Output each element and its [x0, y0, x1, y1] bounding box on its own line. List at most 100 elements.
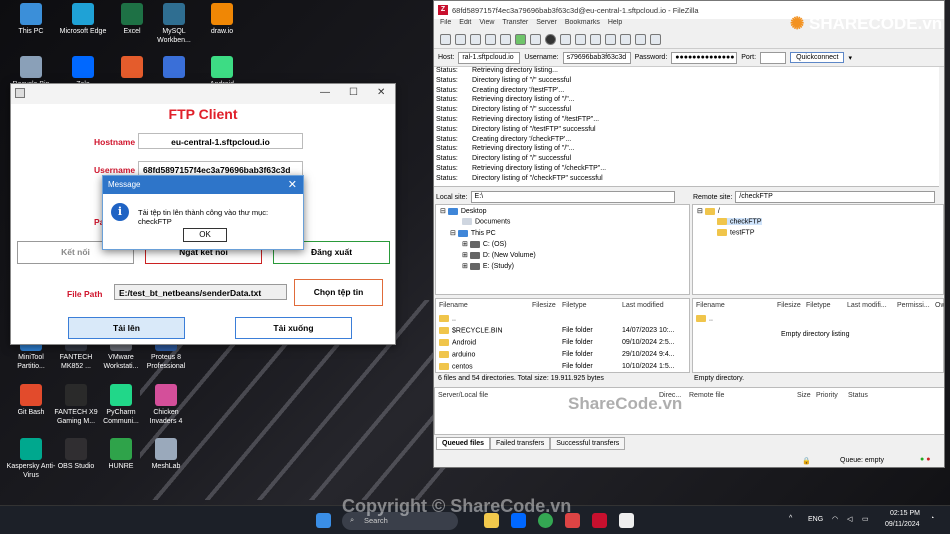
app-icon	[72, 3, 94, 25]
hostname-field[interactable]: eu-central-1.sftpcloud.io	[138, 133, 303, 149]
close-icon[interactable]: ✕	[288, 178, 297, 191]
filezilla-taskbar-icon[interactable]	[592, 513, 607, 528]
app-icon	[211, 3, 233, 25]
toggle-remote-tree-icon[interactable]	[485, 34, 496, 45]
quickconnect-button[interactable]: Quickconnect	[790, 52, 845, 63]
desktop-icon-item[interactable]: MeshLab	[140, 438, 192, 471]
tree-item[interactable]: testFTP	[717, 229, 755, 236]
table-cell: File folder	[562, 363, 593, 370]
desktop-icon-item[interactable]: draw.io	[196, 3, 248, 36]
column-header[interactable]: Last modified	[622, 302, 664, 309]
menu-item[interactable]: Edit	[459, 19, 471, 31]
ftp-client-titlebar[interactable]: — ☐ ✕	[11, 84, 395, 104]
column-header[interactable]: Remote file	[689, 392, 724, 399]
table-row[interactable]: $RECYCLE.BIN File folder 14/07/2023 10:...	[436, 327, 686, 338]
minimize-icon[interactable]: —	[320, 87, 330, 98]
column-header[interactable]: Ow	[935, 302, 944, 309]
message-dialog-titlebar[interactable]: Message ✕	[103, 176, 303, 194]
menu-item[interactable]: View	[479, 19, 494, 31]
tab-failed-transfers[interactable]: Failed transfers	[490, 437, 551, 450]
notification-icon[interactable]: ◔	[930, 515, 934, 522]
column-header[interactable]: Size	[797, 392, 811, 399]
remote-site-input[interactable]: /checkFTP	[735, 191, 936, 203]
desktop-icon-item[interactable]	[148, 56, 200, 80]
logo-icon: ✺	[790, 14, 805, 33]
sync-browse-icon[interactable]	[635, 34, 646, 45]
log-row: Status: Retrieving directory listing of "…	[434, 116, 939, 126]
tree-item[interactable]: ⊟ Desktop	[440, 207, 487, 215]
desktop-icon-item[interactable]: MySQL Workben...	[148, 3, 200, 45]
toggle-log-icon[interactable]	[455, 34, 466, 45]
ok-button[interactable]: OK	[183, 228, 227, 242]
menu-item[interactable]: Transfer	[502, 19, 528, 31]
list-item[interactable]: ..	[696, 315, 713, 322]
battery-icon[interactable]: ▭	[862, 515, 869, 523]
cancel-icon[interactable]	[545, 34, 556, 45]
process-queue-icon[interactable]	[530, 34, 541, 45]
toggle-queue-icon[interactable]	[500, 34, 511, 45]
disconnect-icon[interactable]	[575, 34, 586, 45]
download-button[interactable]: Tải xuống	[235, 317, 352, 339]
filepath-field[interactable]: E:/test_bt_netbeans/senderData.txt	[114, 284, 287, 300]
choose-file-button[interactable]: Chọn tệp tin	[294, 279, 383, 306]
chevron-up-icon[interactable]: ^	[789, 515, 792, 522]
local-site-bar: Local site: E:\	[436, 190, 688, 204]
refresh-icon[interactable]	[515, 34, 526, 45]
tab-successful-transfers[interactable]: Successful transfers	[550, 437, 626, 450]
upload-button[interactable]: Tải lên	[68, 317, 185, 339]
local-site-input[interactable]: E:\	[470, 191, 675, 203]
column-header[interactable]: Filename	[439, 302, 468, 309]
desktop-icon-item[interactable]: Chicken Invaders 4	[140, 384, 192, 426]
column-header[interactable]: Filename	[696, 302, 725, 309]
tree-item[interactable]: ⊞ D: (New Volume)	[462, 251, 536, 259]
tab-queued-files[interactable]: Queued files	[436, 437, 491, 450]
table-row[interactable]: arduino File folder 29/10/2024 9:4...	[436, 351, 686, 362]
start-icon[interactable]	[316, 513, 331, 528]
column-header[interactable]: Filesize	[777, 302, 801, 309]
table-cell: arduino	[439, 351, 475, 358]
password-input[interactable]: ●●●●●●●●●●●●●●	[671, 51, 738, 64]
wifi-icon[interactable]: ◠	[832, 515, 838, 523]
tree-item[interactable]: Documents	[462, 218, 510, 225]
menu-item[interactable]: File	[440, 19, 451, 31]
language-indicator[interactable]: ENG	[808, 516, 823, 523]
toggle-local-tree-icon[interactable]	[470, 34, 481, 45]
desktop-icon-item[interactable]: This PC	[5, 3, 57, 36]
reconnect-icon[interactable]	[590, 34, 601, 45]
search-icon[interactable]	[650, 34, 661, 45]
desktop-icon-item[interactable]: Microsoft Edge	[57, 3, 109, 36]
tree-item[interactable]: ⊞ E: (Study)	[462, 262, 514, 270]
port-input[interactable]	[760, 51, 787, 64]
compare-icon[interactable]	[620, 34, 631, 45]
filter-icon[interactable]	[605, 34, 616, 45]
column-header[interactable]: Filesize	[532, 302, 556, 309]
table-row[interactable]: ..	[436, 315, 686, 326]
chevron-down-icon[interactable]: ▾	[848, 54, 852, 62]
host-input[interactable]: ral-1.sftpcloud.io	[458, 51, 521, 64]
close-icon[interactable]: ✕	[377, 87, 385, 98]
site-manager-icon[interactable]	[440, 34, 451, 45]
stop-icon[interactable]	[560, 34, 571, 45]
tree-item[interactable]: ⊟ This PC	[450, 229, 496, 237]
column-header[interactable]: Status	[848, 392, 868, 399]
tree-item[interactable]: ⊟ /	[697, 207, 720, 215]
menu-item[interactable]: Help	[608, 19, 622, 31]
maximize-icon[interactable]: ☐	[349, 87, 358, 98]
tree-item[interactable]: checkFTP	[717, 218, 762, 226]
table-row[interactable]: centos File folder 10/10/2024 1:5...	[436, 363, 686, 374]
menu-item[interactable]: Bookmarks	[565, 19, 600, 31]
menu-item[interactable]: Server	[536, 19, 557, 31]
tree-item[interactable]: ⊞ C: (OS)	[462, 240, 507, 248]
column-header[interactable]: Filetype	[562, 302, 587, 309]
column-header[interactable]: Server/Local file	[438, 392, 488, 399]
clock-time[interactable]: 02:15 PM	[890, 510, 920, 517]
volume-icon[interactable]: ◁	[847, 515, 852, 523]
column-header[interactable]: Priority	[816, 392, 838, 399]
java-taskbar-icon[interactable]	[619, 513, 634, 528]
column-header[interactable]: Last modifi...	[847, 302, 887, 309]
username-input[interactable]: s79696bab3f63c3d	[562, 51, 631, 64]
clock-date[interactable]: 09/11/2024	[885, 521, 920, 528]
column-header[interactable]: Permissi...	[897, 302, 930, 309]
table-row[interactable]: Android File folder 09/10/2024 2:5...	[436, 339, 686, 350]
column-header[interactable]: Filetype	[806, 302, 831, 309]
